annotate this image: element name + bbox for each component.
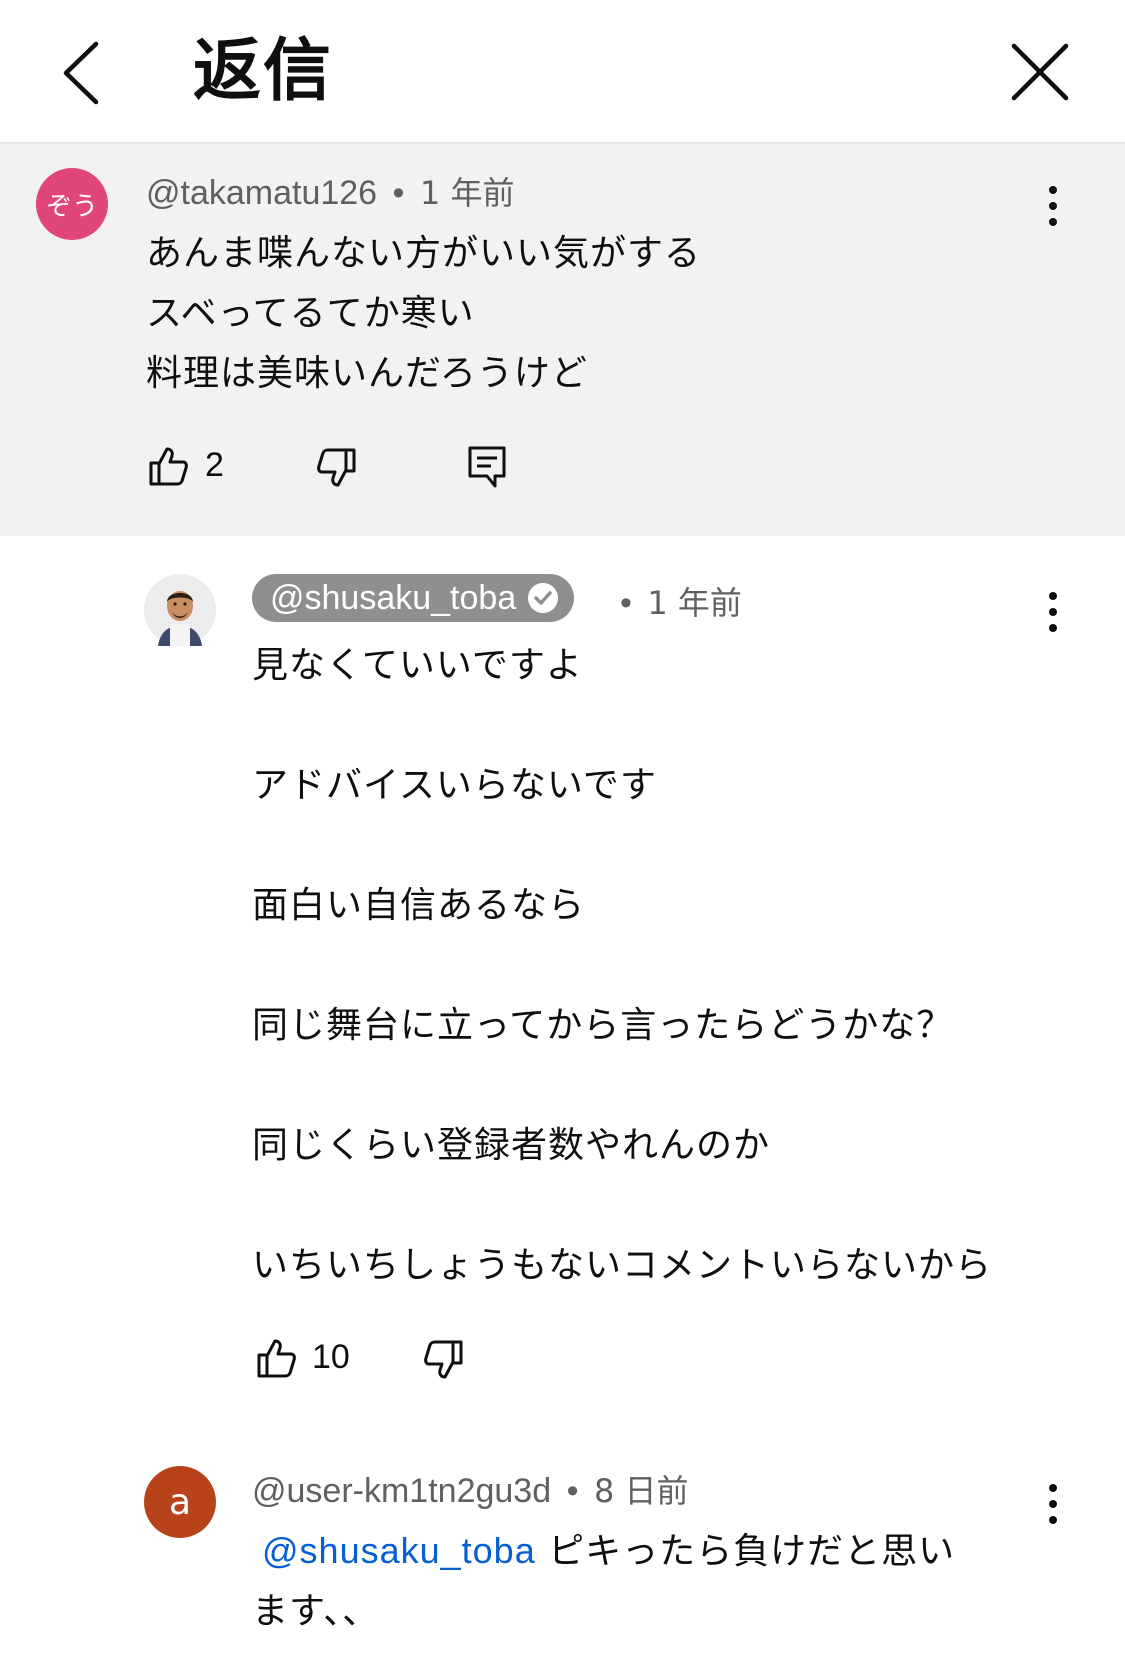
chevron-left-icon[interactable] [52, 38, 112, 108]
meta-separator: • [566, 1472, 579, 1510]
comment-text-line: あんま喋んない方がいい気がする [146, 233, 702, 274]
page-title: 返信 [193, 32, 334, 111]
comment-text-line: 見なくていいですよ [252, 645, 583, 686]
avatar-initials: a [168, 1481, 192, 1523]
mention-link[interactable]: @shusaku_toba [262, 1530, 536, 1571]
like-count: 10 [312, 1338, 350, 1376]
comment-time: 1 年前 [419, 174, 515, 212]
meta-separator: • [392, 174, 405, 212]
more-options-icon[interactable] [1033, 182, 1073, 230]
comment-meta: • 1 年前 [614, 578, 742, 624]
verified-check-icon [528, 583, 559, 613]
avatar-initials: ぞう [45, 191, 98, 222]
comment-meta: @user-km1tn2gu3d • 8 日前 [252, 1466, 688, 1512]
like-count: 2 [205, 446, 224, 484]
avatar[interactable] [144, 574, 216, 646]
author-handle[interactable]: @takamatu126 [146, 174, 377, 212]
like-icon[interactable] [254, 1336, 298, 1380]
comment-text-line: ます、、 [252, 1591, 380, 1632]
more-options-icon[interactable] [1033, 1480, 1073, 1528]
comment-time: 1 年前 [647, 584, 742, 622]
comment-text-line: 料理は美味いんだろうけど [146, 353, 588, 394]
comment-text-line: アドバイスいらないです [252, 765, 657, 806]
comment-text-line: 同じくらい登録者数やれんのか [252, 1125, 771, 1166]
comment-text-line: 面白い自信あるなら [252, 885, 586, 926]
like-icon[interactable] [146, 444, 190, 488]
avatar[interactable]: ぞう [36, 168, 108, 240]
close-icon[interactable] [1008, 40, 1072, 104]
comment-meta: @takamatu126 • 1 年前 [146, 168, 514, 214]
comment-text-line: いちいちしょうもないコメントいらないから [252, 1245, 993, 1286]
reply-icon[interactable] [465, 444, 509, 488]
header-bar: 返信 [0, 0, 1125, 144]
meta-separator: • [620, 584, 632, 622]
avatar[interactable]: a [144, 1466, 216, 1538]
more-options-icon[interactable] [1033, 588, 1073, 636]
author-handle[interactable]: @user-km1tn2gu3d [252, 1472, 551, 1510]
author-handle-chip[interactable]: @shusaku_toba [252, 574, 575, 622]
dislike-icon[interactable] [422, 1338, 466, 1382]
dislike-icon[interactable] [315, 446, 359, 490]
comment-text-line: @shusaku_toba ピキったら負けだと思い [252, 1522, 955, 1574]
author-handle: @shusaku_toba [270, 579, 517, 617]
comment-time: 8 日前 [593, 1472, 689, 1510]
parent-comment: ぞう @takamatu126 • 1 年前 あんま喋んない方がいい気がする ス… [0, 144, 1125, 536]
comment-text-line: 同じ舞台に立ってから言ったらどうかな？ [252, 1005, 954, 1046]
comment-text-line: スベってるてか寒い [146, 293, 475, 334]
comment-text: ピキったら負けだと思い [535, 1531, 956, 1572]
